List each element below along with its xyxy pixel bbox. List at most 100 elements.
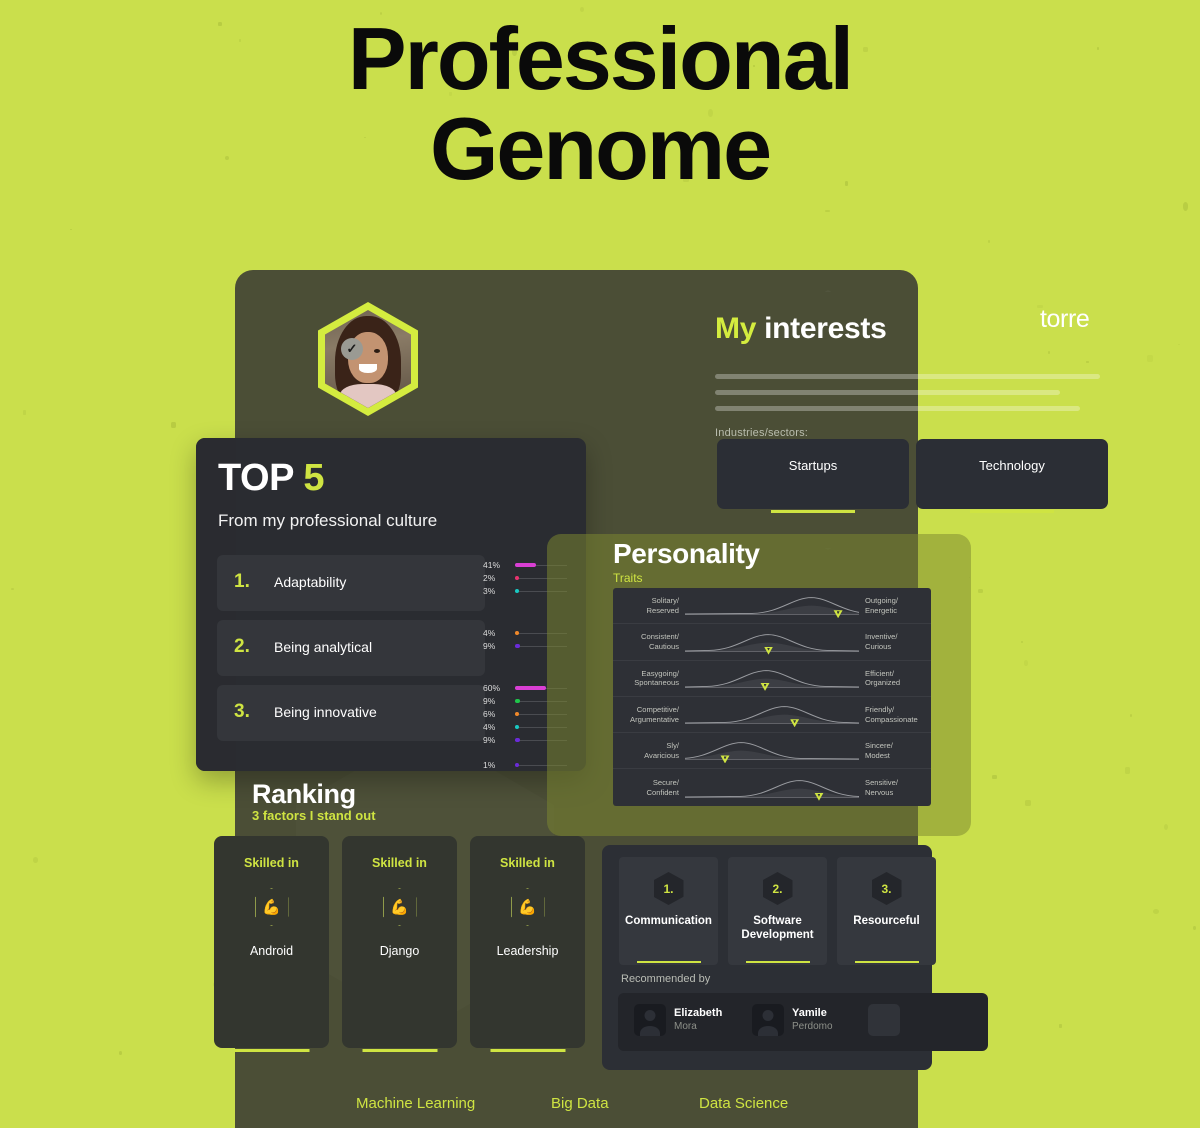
card-accent-bar bbox=[745, 961, 810, 963]
skill-card-android[interactable]: Skilled in 💪 Android bbox=[214, 836, 329, 1052]
percent-value: 9% bbox=[483, 641, 496, 651]
percent-fill bbox=[515, 686, 547, 690]
placeholder-line bbox=[715, 390, 1060, 395]
rank-hexagon-badge: 1. bbox=[653, 872, 684, 905]
personality-subtitle: Traits bbox=[613, 571, 643, 585]
strength-card[interactable]: 3. Resourceful bbox=[837, 857, 936, 965]
percent-value: 9% bbox=[483, 735, 496, 745]
skill-card-label: Skilled in bbox=[244, 856, 299, 870]
personality-trait-row: Sly/Avaricious Sincere/Modest bbox=[613, 733, 931, 770]
percent-fill bbox=[515, 699, 520, 703]
personality-header: Personality Traits bbox=[613, 538, 760, 585]
recommender-item[interactable]: Yamile Perdomo bbox=[752, 1004, 833, 1036]
top5-rank: 1. bbox=[234, 571, 250, 592]
percent-value: 9% bbox=[483, 696, 496, 706]
trait-distribution bbox=[685, 769, 859, 805]
weightlifter-badge-icon: 💪 bbox=[382, 888, 417, 926]
industry-card-technology[interactable]: Technology bbox=[916, 439, 1108, 513]
infographic-canvas: Professional Genome ✓ My interests torre… bbox=[0, 0, 1200, 1128]
top5-row[interactable]: 1. Adaptability bbox=[217, 555, 485, 611]
interests-title-my: My bbox=[715, 312, 757, 345]
top5-row[interactable]: 3. Being innovative bbox=[217, 685, 485, 741]
top5-name: Being innovative bbox=[274, 704, 377, 720]
top5-name: Being analytical bbox=[274, 639, 373, 655]
page-title: Professional Genome bbox=[0, 14, 1200, 194]
trait-label-left: Solitary/Reserved bbox=[646, 596, 680, 615]
trait-label-left: Secure/Confident bbox=[646, 778, 679, 797]
percent-value: 4% bbox=[483, 722, 496, 732]
personality-trait-row: Competitive/Argumentative Friendly/Compas… bbox=[613, 697, 931, 734]
percent-value: 41% bbox=[483, 560, 501, 570]
skill-card-name: Django bbox=[379, 944, 420, 958]
trait-distribution bbox=[685, 733, 859, 768]
rank-hexagon-badge: 2. bbox=[762, 872, 793, 905]
skill-tag[interactable]: Data Science bbox=[699, 1095, 788, 1112]
trait-label-right: Efficient/Organized bbox=[865, 668, 901, 688]
skill-tag[interactable]: Machine Learning bbox=[356, 1095, 475, 1112]
percent-fill bbox=[515, 725, 519, 729]
skill-card-label: Skilled in bbox=[500, 856, 555, 870]
trait-label-left: Easygoing/Spontaneous bbox=[634, 668, 679, 688]
avatar[interactable] bbox=[318, 302, 418, 416]
top5-row[interactable]: 2. Being analytical bbox=[217, 620, 485, 676]
recommender-placeholder[interactable] bbox=[868, 1004, 900, 1036]
personality-trait-row: Solitary/Reserved Outgoing/Energetic bbox=[613, 588, 931, 625]
top5-title: TOP 5 bbox=[218, 457, 324, 500]
personality-trait-row: Consistent/Cautious Inventive/Curious bbox=[613, 624, 931, 661]
card-accent-bar bbox=[970, 510, 1054, 513]
trait-distribution bbox=[685, 661, 859, 696]
skill-card-name: Android bbox=[249, 944, 294, 958]
strength-name: Communication bbox=[625, 915, 712, 927]
skill-card-django[interactable]: Skilled in 💪 Django bbox=[342, 836, 457, 1052]
verified-check-icon: ✓ bbox=[341, 338, 363, 360]
percent-fill bbox=[515, 631, 519, 635]
recommended-by-label: Recommended by bbox=[621, 973, 711, 985]
industries-label: Industries/sectors: bbox=[715, 427, 809, 439]
section-title-interests: My interests bbox=[715, 312, 887, 346]
placeholder-line bbox=[715, 406, 1080, 411]
strength-card[interactable]: 2. Software Development bbox=[728, 857, 827, 965]
ranking-title: Ranking bbox=[252, 779, 356, 809]
trait-label-left: Competitive/Argumentative bbox=[630, 705, 679, 724]
trait-label-left: Consistent/Cautious bbox=[641, 632, 679, 651]
skill-card-name: Leadership bbox=[496, 944, 559, 958]
percent-fill bbox=[515, 763, 519, 767]
personality-trait-row: Easygoing/Spontaneous Efficient/Organized bbox=[613, 661, 931, 697]
recommenders-bar: Elizabeth Mora Yamile Perdomo bbox=[618, 993, 988, 1051]
placeholder-line bbox=[715, 374, 1100, 379]
title-line-2: Genome bbox=[429, 98, 772, 198]
recommender-avatar bbox=[634, 1004, 666, 1036]
percent-value: 3% bbox=[483, 586, 496, 596]
recommender-first-name: Yamile bbox=[792, 1007, 827, 1020]
industry-card-startups[interactable]: Startups bbox=[717, 439, 909, 513]
recommender-item[interactable]: Elizabeth Mora bbox=[634, 1004, 722, 1036]
weightlifter-badge-icon: 💪 bbox=[254, 888, 289, 926]
weightlifter-badge-icon: 💪 bbox=[510, 888, 545, 926]
strength-name: Software Development bbox=[741, 915, 814, 942]
percent-fill bbox=[515, 712, 519, 716]
industry-card-label: Technology bbox=[979, 458, 1045, 473]
recommender-last-name: Mora bbox=[674, 1020, 697, 1032]
recommender-avatar bbox=[752, 1004, 784, 1036]
top5-subtitle: From my professional culture bbox=[218, 511, 438, 530]
percent-fill bbox=[515, 563, 537, 567]
trait-distribution bbox=[685, 588, 859, 623]
percent-value: 2% bbox=[483, 573, 496, 583]
personality-title: Personality bbox=[613, 538, 760, 569]
percent-fill bbox=[515, 738, 520, 742]
top5-rank: 3. bbox=[234, 701, 250, 722]
card-accent-bar bbox=[854, 961, 919, 963]
card-accent-bar bbox=[490, 1049, 565, 1052]
recommender-last-name: Perdomo bbox=[792, 1020, 833, 1032]
top5-name: Adaptability bbox=[274, 574, 347, 590]
trait-label-right: Friendly/Compassionate bbox=[865, 705, 918, 724]
percent-value: 60% bbox=[483, 683, 501, 693]
top5-title-number: 5 bbox=[303, 457, 324, 499]
strength-card[interactable]: 1. Communication bbox=[619, 857, 718, 965]
skill-tag[interactable]: Big Data bbox=[551, 1095, 609, 1112]
trait-label-left: Sly/Avaricious bbox=[644, 741, 679, 760]
skill-card-leadership[interactable]: Skilled in 💪 Leadership bbox=[470, 836, 585, 1052]
torre-logo: torre bbox=[1040, 305, 1090, 333]
percent-fill bbox=[515, 576, 519, 580]
rank-hexagon-badge: 3. bbox=[871, 872, 902, 905]
